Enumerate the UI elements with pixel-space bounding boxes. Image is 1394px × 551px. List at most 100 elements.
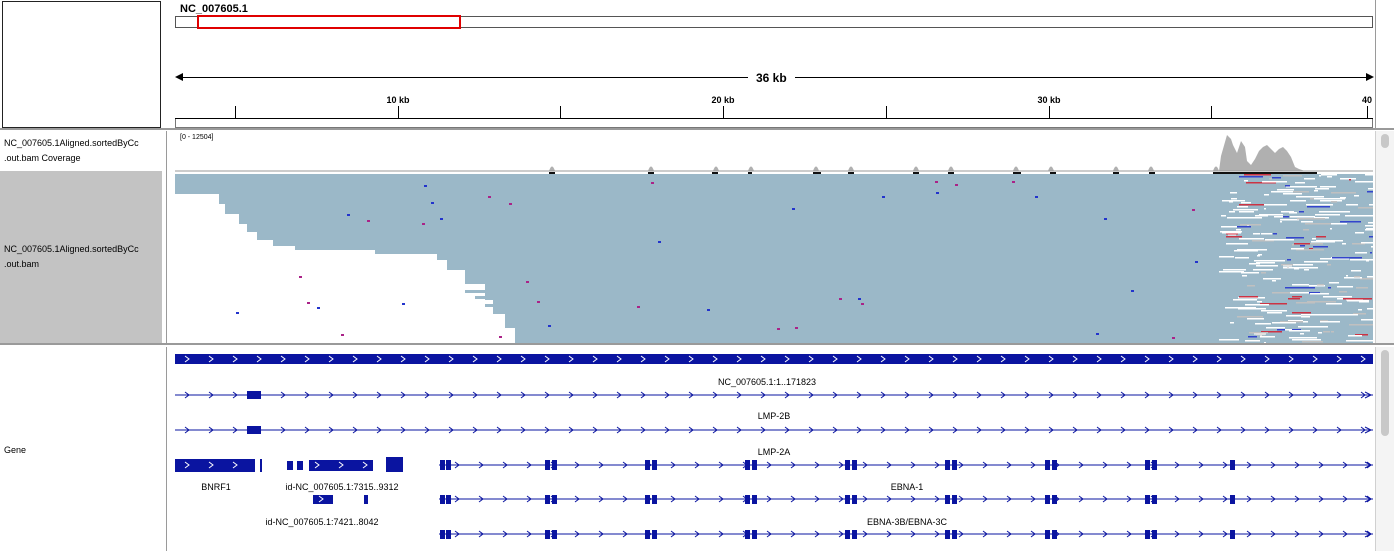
gene-label[interactable]: id-NC_007605.1:7315..9312 [285,482,398,492]
read-mismatch [1239,204,1264,206]
ruler-tick [560,106,561,118]
exon-ebna-3 [1152,530,1157,539]
read-mismatch [1265,239,1294,241]
coverage-track[interactable] [175,131,1373,175]
read-mismatch [1272,322,1296,324]
gene-label[interactable]: LMP-2A [758,447,791,457]
gene-track-name[interactable]: Gene [4,443,164,458]
gene-label[interactable]: EBNA-3B/EBNA-3C [867,517,947,527]
read-mismatch [1365,225,1373,227]
read-mismatch [935,181,938,183]
read-mismatch [1304,178,1315,180]
read-mismatch [1294,243,1310,245]
gene-label[interactable]: BNRF1 [201,482,231,492]
read-mismatch [1293,191,1309,193]
read-mismatch [1248,336,1257,338]
read-mismatch [1292,284,1309,286]
read-mismatch [367,220,370,222]
coverage-peak [1213,166,1219,171]
exon-ebna-3 [1052,530,1057,539]
read-mismatch [424,185,427,187]
read-mismatch [1361,319,1373,321]
read-mismatch [1229,211,1235,213]
read-mismatch [1302,341,1323,343]
read-mismatch [1340,221,1361,223]
read-mismatch [1305,223,1331,225]
read-mismatch [1242,275,1247,277]
read-mismatch [488,196,491,198]
read-mismatch [1192,209,1195,211]
coverage-track-name[interactable]: NC_007605.1Aligned.sortedByCc .out.bam C… [4,136,164,166]
exon-ebna-1 [745,460,750,470]
read-mismatch [1310,293,1329,295]
read-mismatch [1131,290,1134,292]
read-mismatch [1281,264,1293,266]
gene-scrollbar[interactable] [1375,347,1394,551]
read-mismatch [1271,191,1293,193]
read-mismatch [1195,261,1198,263]
exon-ebna-1 [645,495,650,504]
read [515,334,545,337]
read-mismatch [1237,316,1263,318]
read-mismatch [1273,233,1277,235]
exon-ebna-1 [545,495,550,504]
gene-label[interactable]: id-NC_007605.1:7421..8042 [265,517,378,527]
gene-label[interactable]: EBNA-1 [891,482,924,492]
gene-label[interactable]: NC_007605.1:1..171823 [718,377,816,387]
read-mismatch [1266,327,1285,329]
reads-canvas[interactable] [175,174,1373,343]
read-mismatch [431,202,434,204]
read-mismatch [1254,260,1285,262]
chromosome-label[interactable]: NC_007605.1 [180,3,248,15]
current-region-box[interactable] [197,15,461,29]
read-mismatch [1328,321,1340,323]
read-mismatch [1316,236,1326,238]
exon-ebna-3 [1230,530,1235,539]
coverage-peak [948,166,954,171]
read-mismatch [1369,174,1373,176]
gene-label[interactable]: LMP-2B [758,411,791,421]
read-mismatch [1225,307,1256,309]
read-mismatch [1315,214,1340,216]
read-mismatch [1272,280,1276,282]
read-mismatch [1368,222,1373,224]
exon-id-7421 [364,495,368,504]
exon-ebna-1 [952,495,957,504]
read-mismatch [1277,189,1294,191]
read-mismatch [839,298,842,300]
coverage-peak [1048,166,1054,171]
read-mismatch [955,184,958,186]
read-mismatch [1264,342,1266,343]
read-mismatch [1332,257,1362,259]
read-mismatch [1301,221,1313,223]
read-mismatch [1261,233,1272,235]
read-mismatch [402,303,405,305]
coverage-peak [1013,166,1019,171]
exon-ebna-1 [1145,460,1150,470]
read-mismatch [1289,330,1310,332]
read-mismatch [1351,270,1361,272]
read-mismatch [1239,176,1263,178]
coverage-peak [748,166,754,171]
read-mismatch [1256,265,1278,267]
read-mismatch [1350,259,1373,261]
read-mismatch [1230,192,1237,194]
read-mismatch [658,241,661,243]
read-mismatch [1255,215,1268,217]
read-mismatch [1263,278,1281,280]
coverage-peak-cluster [1219,135,1305,171]
read-mismatch [1223,269,1246,271]
gene-scroll-thumb[interactable] [1381,350,1389,436]
bam-track-name[interactable]: NC_007605.1Aligned.sortedByCc .out.bam [4,242,164,272]
ruler-tick [1211,106,1212,118]
read-mismatch [1230,322,1234,324]
read-mismatch [1285,185,1290,187]
read-mismatch [1234,250,1258,252]
alignment-reads[interactable] [175,174,1373,343]
alignment-scroll-thumb[interactable] [1381,134,1389,148]
read [475,296,515,299]
read-mismatch [1290,200,1306,202]
read-mismatch [1247,318,1264,320]
read-mismatch [1370,252,1372,254]
alignment-scrollbar[interactable] [1375,131,1394,343]
